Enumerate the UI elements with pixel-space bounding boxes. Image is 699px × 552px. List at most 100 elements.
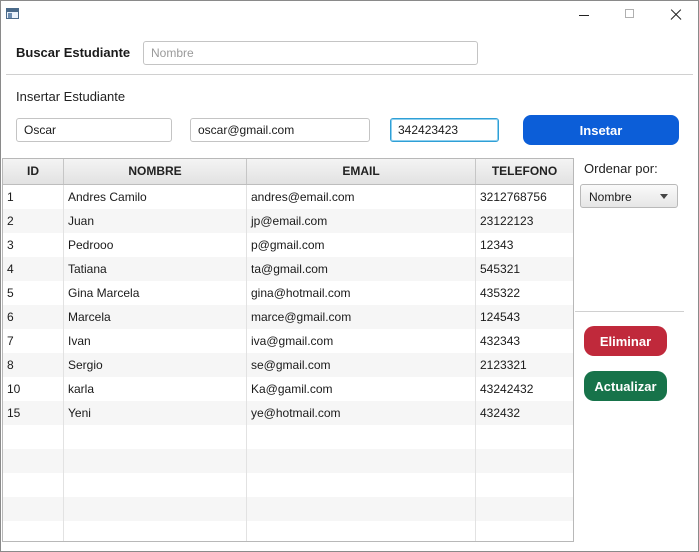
cell-id xyxy=(3,497,64,521)
cell-telefono: 12343 xyxy=(480,238,514,252)
empty-table-row xyxy=(3,449,573,473)
table-row[interactable]: 3 Pedrooo p@gmail.com 12343 xyxy=(3,233,573,257)
cell-nombre xyxy=(64,449,247,473)
cell-email xyxy=(247,521,476,541)
cell-nombre xyxy=(64,521,247,541)
cell-email: ta@gmail.com xyxy=(247,257,476,281)
sort-select[interactable]: Nombre xyxy=(580,184,678,208)
cell-telefono xyxy=(476,497,573,521)
cell-telefono: 432343 xyxy=(480,334,521,348)
cell-email: marce@gmail.com xyxy=(247,305,476,329)
header-divider xyxy=(6,74,693,75)
cell-id: 7 xyxy=(3,329,64,353)
cell-email xyxy=(247,497,476,521)
side-divider xyxy=(575,311,684,312)
table-row[interactable]: 10 karla Ka@gamil.com 43242432 xyxy=(3,377,573,401)
cell-id: 8 xyxy=(3,353,64,377)
column-header-email[interactable]: EMAIL xyxy=(247,159,476,184)
empty-table-row xyxy=(3,497,573,521)
cell-telefono: 124543 xyxy=(480,310,521,324)
search-input[interactable] xyxy=(143,41,478,65)
cell-email xyxy=(247,449,476,473)
cell-nombre xyxy=(64,473,247,497)
table-row[interactable]: 2 Juan jp@email.com 23122123 xyxy=(3,209,573,233)
cell-nombre: Pedrooo xyxy=(64,233,247,257)
minimize-icon[interactable] xyxy=(561,1,607,29)
insert-label: Insertar Estudiante xyxy=(16,89,126,104)
maximize-icon[interactable] xyxy=(607,1,653,29)
cell-id xyxy=(3,473,64,497)
cell-nombre xyxy=(64,425,247,449)
app-window: Buscar Estudiante Insertar Estudiante In… xyxy=(0,0,699,552)
cell-email: p@gmail.com xyxy=(247,233,476,257)
cell-id: 2 xyxy=(3,209,64,233)
cell-email: ye@hotmail.com xyxy=(247,401,476,425)
insert-button[interactable]: Insetar xyxy=(523,115,679,145)
cell-email: gina@hotmail.com xyxy=(247,281,476,305)
cell-nombre: Tatiana xyxy=(64,257,247,281)
chevron-down-icon xyxy=(660,194,668,199)
column-header-id[interactable]: ID xyxy=(3,159,64,184)
cell-telefono: 2123321 xyxy=(480,358,527,372)
cell-telefono: 432432 xyxy=(480,406,521,420)
search-label: Buscar Estudiante xyxy=(16,45,131,60)
cell-email: andres@email.com xyxy=(247,185,476,209)
cell-nombre: Yeni xyxy=(64,401,247,425)
cell-telefono: 435322 xyxy=(480,286,521,300)
column-header-nombre[interactable]: NOMBRE xyxy=(64,159,247,184)
table-body: 1 Andres Camilo andres@email.com 3212768756… xyxy=(3,185,573,541)
cell-nombre: Juan xyxy=(64,209,247,233)
cell-id: 5 xyxy=(3,281,64,305)
cell-telefono xyxy=(476,473,573,497)
email-field[interactable] xyxy=(190,118,370,142)
cell-telefono: 3212768756 xyxy=(480,190,547,204)
table-row[interactable]: 6 Marcela marce@gmail.com 124543 xyxy=(3,305,573,329)
students-table: ID NOMBRE EMAIL TELEFONO 1 Andres Camilo a… xyxy=(2,158,574,542)
close-icon[interactable] xyxy=(653,1,698,29)
sort-label: Ordenar por: xyxy=(584,161,658,176)
phone-field[interactable] xyxy=(390,118,499,142)
cell-telefono: 23122123 xyxy=(480,214,534,228)
cell-nombre: Gina Marcela xyxy=(64,281,247,305)
cell-telefono: 43242432 xyxy=(480,382,534,396)
cell-nombre: Andres Camilo xyxy=(64,185,247,209)
cell-telefono xyxy=(476,449,573,473)
name-field[interactable] xyxy=(16,118,172,142)
cell-nombre: Marcela xyxy=(64,305,247,329)
table-row[interactable]: 15 Yeni ye@hotmail.com 432432 xyxy=(3,401,573,425)
column-header-telefono[interactable]: TELEFONO xyxy=(476,159,573,184)
cell-email: Ka@gamil.com xyxy=(247,377,476,401)
cell-id: 4 xyxy=(3,257,64,281)
cell-email xyxy=(247,425,476,449)
cell-telefono: 545321 xyxy=(480,262,521,276)
cell-id: 10 xyxy=(3,377,64,401)
cell-id xyxy=(3,425,64,449)
table-row[interactable]: 7 Ivan iva@gmail.com 432343 xyxy=(3,329,573,353)
cell-email: se@gmail.com xyxy=(247,353,476,377)
cell-id: 15 xyxy=(3,401,64,425)
delete-button[interactable]: Eliminar xyxy=(584,326,667,356)
cell-telefono xyxy=(476,425,573,449)
table-row[interactable]: 1 Andres Camilo andres@email.com 3212768756 xyxy=(3,185,573,209)
table-row[interactable]: 4 Tatiana ta@gmail.com 545321 xyxy=(3,257,573,281)
cell-nombre: Ivan xyxy=(64,329,247,353)
cell-nombre: karla xyxy=(64,377,247,401)
empty-table-row xyxy=(3,521,573,541)
sort-selected-value: Nombre xyxy=(589,190,632,204)
title-bar xyxy=(1,1,698,29)
cell-nombre: Sergio xyxy=(64,353,247,377)
cell-email xyxy=(247,473,476,497)
cell-nombre xyxy=(64,497,247,521)
cell-email: iva@gmail.com xyxy=(247,329,476,353)
cell-id: 6 xyxy=(3,305,64,329)
table-row[interactable]: 5 Gina Marcela gina@hotmail.com 435322 xyxy=(3,281,573,305)
table-row[interactable]: 8 Sergio se@gmail.com 2123321 xyxy=(3,353,573,377)
cell-id: 3 xyxy=(3,233,64,257)
cell-id: 1 xyxy=(3,185,64,209)
cell-id xyxy=(3,521,64,541)
empty-table-row xyxy=(3,425,573,449)
cell-id xyxy=(3,449,64,473)
table-header: ID NOMBRE EMAIL TELEFONO xyxy=(3,159,573,185)
app-window-icon xyxy=(6,8,19,19)
update-button[interactable]: Actualizar xyxy=(584,371,667,401)
